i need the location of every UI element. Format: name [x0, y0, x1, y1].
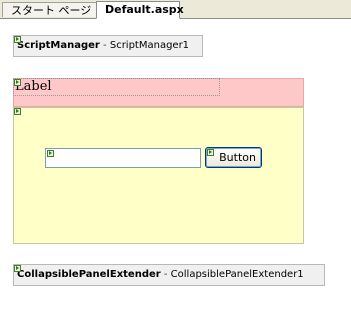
- smart-tag-icon[interactable]: [207, 149, 214, 156]
- smart-tag-icon[interactable]: [14, 108, 21, 115]
- designer-window: スタート ページ Default.aspx ScriptManager - Sc…: [0, 0, 351, 315]
- tab-start-page[interactable]: スタート ページ: [2, 2, 98, 17]
- smart-tag-icon[interactable]: [14, 265, 21, 272]
- content-panel[interactable]: [13, 107, 304, 244]
- script-manager-type: ScriptManager: [17, 40, 100, 51]
- extender-type: CollapsiblePanelExtender: [17, 269, 161, 280]
- tab-default-aspx[interactable]: Default.aspx: [96, 1, 184, 19]
- smart-tag-icon[interactable]: [14, 79, 21, 86]
- script-manager-component[interactable]: ScriptManager - ScriptManager1: [13, 35, 203, 57]
- smart-tag-icon[interactable]: [47, 150, 54, 157]
- script-manager-separator: -: [99, 40, 110, 51]
- collapsible-panel-extender-component[interactable]: CollapsiblePanelExtender - CollapsiblePa…: [13, 264, 325, 286]
- script-manager-id: ScriptManager1: [109, 40, 190, 51]
- extender-id: CollapsiblePanelExtender1: [170, 269, 304, 280]
- label-control[interactable]: Label: [13, 78, 220, 96]
- extender-separator: -: [160, 269, 171, 280]
- document-tab-strip: スタート ページ Default.aspx: [0, 0, 351, 19]
- text-box-control[interactable]: [45, 148, 201, 168]
- smart-tag-icon[interactable]: [14, 36, 21, 43]
